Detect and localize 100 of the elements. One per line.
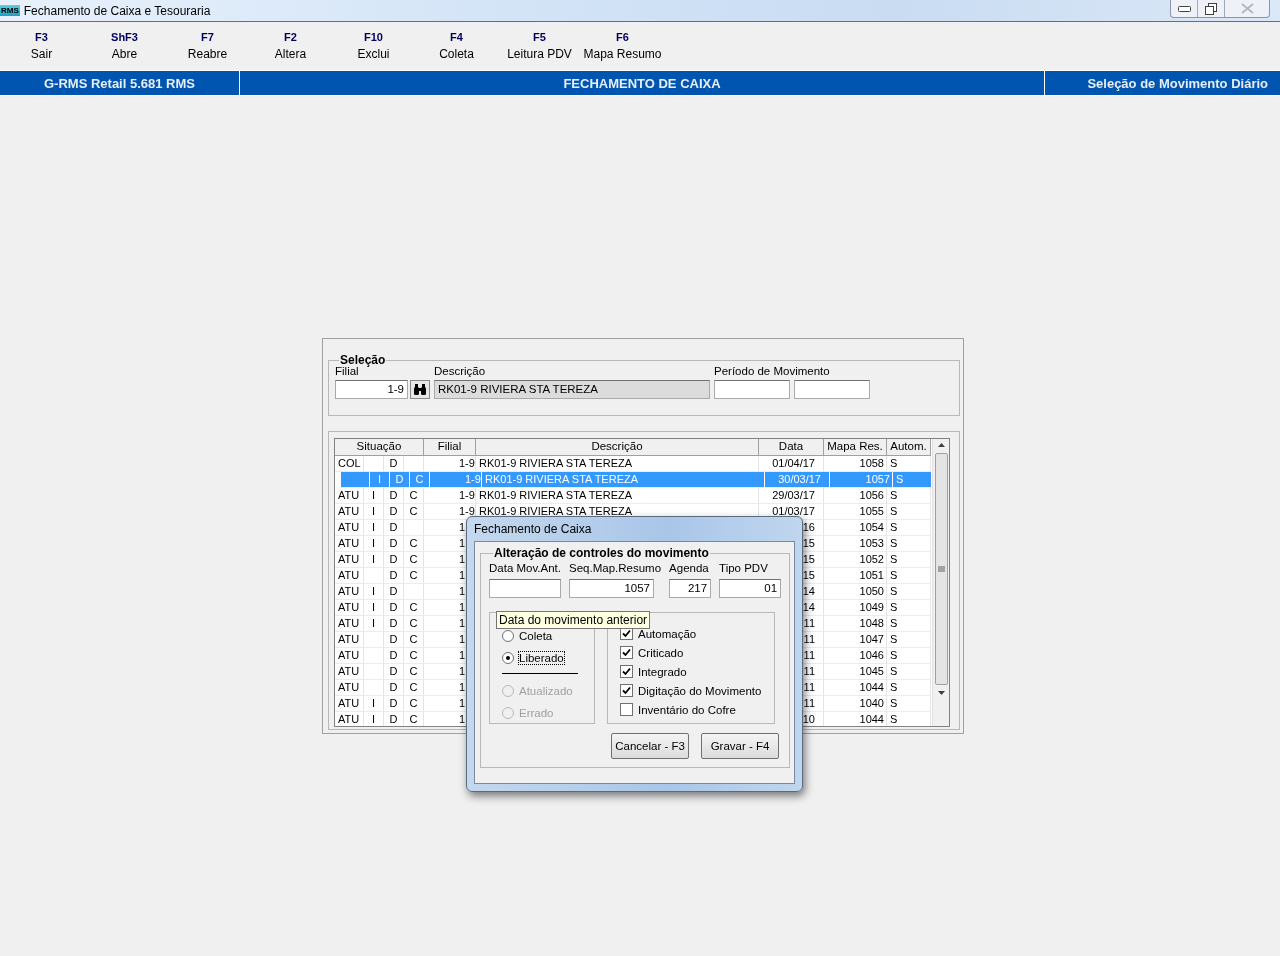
table-cell[interactable]: C <box>404 488 424 504</box>
checkbox-label[interactable]: Integrado <box>638 665 687 678</box>
table-cell[interactable]: D <box>384 696 404 712</box>
table-cell[interactable]: ATU <box>335 664 364 680</box>
input-field[interactable] <box>489 579 561 598</box>
table-cell[interactable]: I <box>364 504 384 520</box>
restore-icon[interactable] <box>1205 2 1217 15</box>
input-field[interactable]: 217 <box>669 579 712 598</box>
table-cell[interactable]: 1054 <box>824 520 887 536</box>
scrollbar-thumb[interactable] <box>934 453 948 685</box>
table-cell[interactable]: ATU <box>335 520 364 536</box>
table-cell[interactable]: S <box>887 600 931 616</box>
column-header[interactable]: Mapa Res. <box>824 439 887 455</box>
table-cell[interactable]: ATU <box>335 648 364 664</box>
minimize-icon[interactable] <box>1177 5 1191 12</box>
table-cell[interactable]: I <box>364 712 384 726</box>
column-header[interactable]: Situação <box>335 439 424 455</box>
table-cell[interactable]: S <box>887 488 931 504</box>
table-cell[interactable]: S <box>887 696 931 712</box>
table-cell[interactable]: S <box>887 664 931 680</box>
dialog-button[interactable]: Gravar - F4 <box>701 733 780 759</box>
toolbar-button[interactable]: F3 Sair <box>0 22 83 70</box>
table-cell[interactable]: C <box>404 632 424 648</box>
table-cell[interactable]: ATU <box>335 504 364 520</box>
table-cell[interactable]: 1052 <box>824 552 887 568</box>
table-cell[interactable]: D <box>384 616 404 632</box>
table-cell[interactable]: D <box>384 680 404 696</box>
search-button[interactable] <box>410 380 430 399</box>
table-cell[interactable]: ATU <box>335 696 364 712</box>
radio-label[interactable]: Coleta <box>519 630 553 642</box>
table-cell[interactable]: I <box>364 552 384 568</box>
table-cell[interactable]: 1045 <box>824 664 887 680</box>
table-cell[interactable]: S <box>887 536 931 552</box>
table-cell[interactable]: 1056 <box>824 488 887 504</box>
checkbox-label[interactable]: Inventário do Cofre <box>638 703 736 716</box>
table-cell[interactable]: 1050 <box>824 584 887 600</box>
table-cell[interactable]: I <box>364 600 384 616</box>
table-cell[interactable]: ATU <box>335 680 364 696</box>
table-cell[interactable] <box>364 664 384 680</box>
table-cell[interactable] <box>404 584 424 600</box>
checkbox[interactable] <box>620 684 633 697</box>
table-cell[interactable]: C <box>404 504 424 520</box>
column-header[interactable]: Filial <box>424 439 476 455</box>
table-cell[interactable]: 1044 <box>824 680 887 696</box>
table-cell[interactable]: D <box>384 600 404 616</box>
table-cell[interactable]: C <box>404 568 424 584</box>
table-cell[interactable]: 1047 <box>824 632 887 648</box>
column-header[interactable]: Descrição <box>476 439 759 455</box>
table-cell[interactable]: ATU <box>335 488 364 504</box>
table-cell[interactable]: I <box>364 584 384 600</box>
table-cell[interactable]: ATU <box>335 600 364 616</box>
table-cell[interactable]: 1055 <box>824 504 887 520</box>
table-cell[interactable]: 1051 <box>824 568 887 584</box>
column-header[interactable]: Data <box>759 439 824 455</box>
table-cell[interactable]: S <box>887 632 931 648</box>
table-cell[interactable]: S <box>887 616 931 632</box>
toolbar-button[interactable]: F4 Coleta <box>415 22 498 70</box>
table-cell[interactable]: D <box>384 664 404 680</box>
table-cell[interactable]: I <box>364 520 384 536</box>
table-cell[interactable]: C <box>404 536 424 552</box>
table-cell[interactable] <box>364 680 384 696</box>
table-cell[interactable]: 1040 <box>824 696 887 712</box>
dialog-button[interactable]: Cancelar - F3 <box>611 733 690 759</box>
table-cell[interactable]: I <box>364 696 384 712</box>
table-cell[interactable]: ATU <box>335 632 364 648</box>
table-cell[interactable]: C <box>404 696 424 712</box>
date-field[interactable] <box>714 380 790 399</box>
table-cell[interactable]: S <box>887 584 931 600</box>
date-field[interactable] <box>794 380 870 399</box>
table-cell[interactable]: 29/03/17 <box>759 488 824 504</box>
table-cell[interactable]: ATU <box>335 536 364 552</box>
toolbar-button[interactable]: F5 Leitura PDV <box>498 22 581 70</box>
toolbar-button[interactable]: F7 Reabre <box>166 22 249 70</box>
checkbox[interactable] <box>620 665 633 678</box>
table-cell[interactable]: D <box>384 552 404 568</box>
toolbar-button[interactable]: ShF3 Abre <box>83 22 166 70</box>
table-cell[interactable]: I <box>364 536 384 552</box>
checkbox-label[interactable]: Digitação do Movimento <box>638 684 762 697</box>
radio-button[interactable] <box>502 652 514 664</box>
filial-field[interactable]: 1-9 <box>335 380 408 399</box>
table-cell[interactable]: S <box>887 520 931 536</box>
table-cell[interactable]: 1053 <box>824 536 887 552</box>
table-cell[interactable]: D <box>384 536 404 552</box>
table-cell[interactable]: S <box>887 504 931 520</box>
table-cell[interactable]: 1048 <box>824 616 887 632</box>
table-cell[interactable]: 1-9 <box>424 488 476 504</box>
table-cell[interactable]: ATU <box>335 584 364 600</box>
checkbox-label[interactable]: Automação <box>638 627 697 640</box>
toolbar-button[interactable]: F6 Mapa Resumo <box>581 22 664 70</box>
table-cell[interactable]: S <box>887 648 931 664</box>
table-cell[interactable]: I <box>364 616 384 632</box>
checkbox[interactable] <box>620 703 633 716</box>
radio-label[interactable]: Liberado <box>519 652 564 664</box>
table-cell[interactable]: D <box>384 648 404 664</box>
table-cell[interactable] <box>404 520 424 536</box>
table-cell[interactable] <box>364 648 384 664</box>
toolbar-button[interactable]: F10 Exclui <box>332 22 415 70</box>
table-cell[interactable]: D <box>384 520 404 536</box>
table-cell[interactable]: C <box>404 712 424 726</box>
table-cell[interactable]: S <box>887 552 931 568</box>
